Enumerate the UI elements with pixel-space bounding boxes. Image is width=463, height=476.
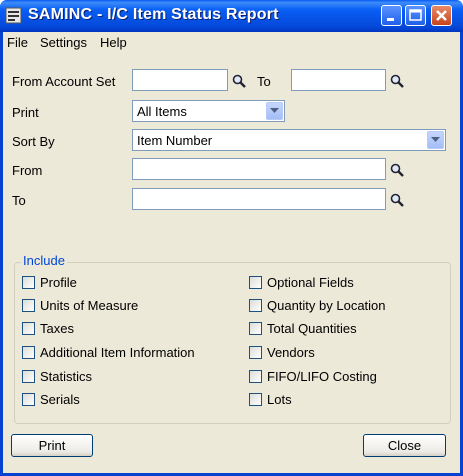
search-icon[interactable] bbox=[390, 163, 404, 177]
checkbox-box[interactable] bbox=[22, 322, 35, 335]
print-select-value: All Items bbox=[137, 104, 187, 119]
checkbox-box[interactable] bbox=[249, 370, 262, 383]
checkbox-label: FIFO/LIFO Costing bbox=[267, 369, 377, 384]
checkbox-box[interactable] bbox=[249, 299, 262, 312]
close-window-button[interactable] bbox=[431, 5, 452, 26]
to-account-set-label: To bbox=[257, 74, 271, 89]
search-icon[interactable] bbox=[390, 74, 404, 88]
checkbox-box[interactable] bbox=[22, 276, 35, 289]
include-group-title: Include bbox=[21, 253, 67, 268]
app-icon bbox=[5, 7, 22, 24]
maximize-icon bbox=[409, 9, 422, 21]
checkbox-box[interactable] bbox=[249, 322, 262, 335]
close-icon bbox=[436, 10, 447, 21]
sort-by-select-value: Item Number bbox=[137, 133, 213, 148]
menu-help[interactable]: Help bbox=[100, 35, 127, 50]
from-label: From bbox=[12, 163, 43, 178]
checkbox-box[interactable] bbox=[249, 276, 262, 289]
checkbox-box[interactable] bbox=[22, 393, 35, 406]
window-title: SAMINC - I/C Item Status Report bbox=[28, 6, 279, 23]
dropdown-arrow-icon[interactable] bbox=[427, 131, 444, 149]
menu-settings[interactable]: Settings bbox=[40, 35, 87, 50]
checkbox-label: Lots bbox=[267, 392, 292, 407]
from-account-set-label: From Account Set bbox=[12, 74, 116, 89]
from-account-set-input[interactable] bbox=[132, 69, 228, 91]
sort-by-select[interactable]: Item Number bbox=[132, 129, 446, 151]
close-button[interactable]: Close bbox=[363, 434, 446, 457]
sort-by-label: Sort By bbox=[12, 134, 55, 149]
checkbox-label: Serials bbox=[40, 392, 80, 407]
title-bar[interactable]: SAMINC - I/C Item Status Report bbox=[0, 0, 463, 32]
checkbox-box[interactable] bbox=[249, 346, 262, 359]
search-icon[interactable] bbox=[232, 74, 246, 88]
menu-bar: File Settings Help bbox=[3, 32, 460, 52]
checkbox-label: Quantity by Location bbox=[267, 298, 386, 313]
print-button[interactable]: Print bbox=[11, 434, 93, 457]
to-account-set-input[interactable] bbox=[291, 69, 386, 91]
checkbox-label: Profile bbox=[40, 275, 77, 290]
checkbox-label: Vendors bbox=[267, 345, 315, 360]
checkbox-label: Statistics bbox=[40, 369, 93, 384]
to-input[interactable] bbox=[132, 188, 386, 210]
search-icon[interactable] bbox=[390, 193, 404, 207]
checkbox-label: Units of Measure bbox=[40, 298, 139, 313]
minimize-button[interactable] bbox=[381, 5, 402, 26]
maximize-button[interactable] bbox=[405, 5, 426, 26]
dropdown-arrow-icon[interactable] bbox=[266, 102, 283, 120]
menu-file[interactable]: File bbox=[7, 35, 28, 50]
checkbox-box[interactable] bbox=[22, 346, 35, 359]
report-window: SAMINC - I/C Item Status Report File Set… bbox=[0, 0, 463, 476]
checkbox-label: Total Quantities bbox=[267, 321, 357, 336]
checkbox-box[interactable] bbox=[249, 393, 262, 406]
minimize-icon bbox=[387, 18, 394, 21]
print-select[interactable]: All Items bbox=[132, 100, 285, 122]
from-input[interactable] bbox=[132, 158, 386, 180]
to-label: To bbox=[12, 193, 26, 208]
checkbox-box[interactable] bbox=[22, 370, 35, 383]
checkbox-label: Taxes bbox=[40, 321, 74, 336]
checkbox-label: Optional Fields bbox=[267, 275, 354, 290]
checkbox-label: Additional Item Information bbox=[40, 345, 195, 360]
print-label: Print bbox=[12, 105, 39, 120]
checkbox-box[interactable] bbox=[22, 299, 35, 312]
